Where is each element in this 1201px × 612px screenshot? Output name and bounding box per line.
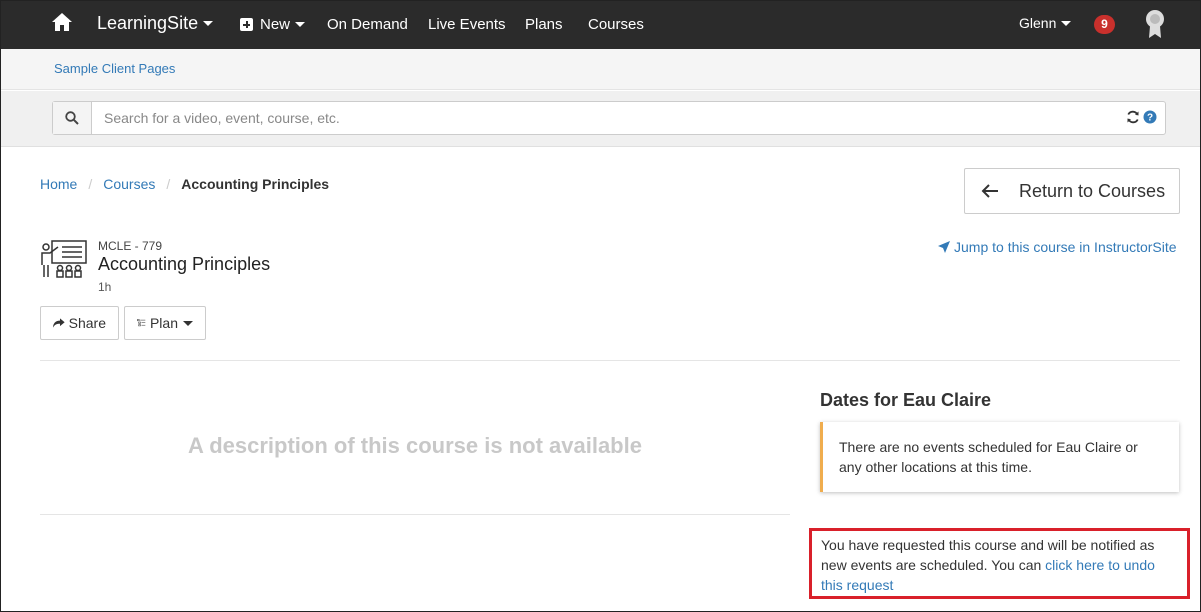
user-menu[interactable]: Glenn — [1019, 15, 1072, 31]
share-label: Share — [68, 315, 106, 331]
refresh-icon[interactable] — [1126, 110, 1140, 127]
plus-square-icon — [240, 18, 253, 31]
brand-menu[interactable]: LearningSite — [97, 13, 214, 34]
dates-heading: Dates for Eau Claire — [820, 390, 992, 410]
chevron-down-icon — [183, 320, 193, 326]
svg-text:?: ? — [1147, 112, 1153, 123]
jump-link-label: Jump to this course in InstructorSite — [954, 239, 1177, 255]
top-navbar: LearningSite New On Demand Live Events P… — [1, 1, 1200, 49]
breadcrumb: Home / Courses / Accounting Principles — [40, 176, 329, 192]
search-group: ? — [52, 101, 1166, 135]
search-tools: ? — [1126, 102, 1165, 134]
sample-client-pages-link[interactable]: Sample Client Pages — [54, 61, 175, 76]
user-name: Glenn — [1019, 15, 1057, 31]
plan-label: Plan — [149, 315, 178, 331]
nav-courses[interactable]: Courses — [588, 16, 644, 33]
home-icon[interactable] — [51, 12, 73, 34]
help-icon[interactable]: ? — [1143, 110, 1157, 127]
course-code: MCLE - 779 — [98, 239, 163, 253]
no-events-alert: There are no events scheduled for Eau Cl… — [820, 422, 1179, 492]
return-to-courses-label: Return to Courses — [1019, 180, 1166, 201]
chevron-down-icon — [295, 22, 306, 27]
brand-label: LearningSite — [97, 13, 199, 33]
sub-navbar: Sample Client Pages — [1, 49, 1200, 90]
course-title: Accounting Principles — [98, 254, 271, 274]
divider — [40, 514, 790, 515]
chevron-down-icon — [203, 21, 214, 26]
course-request-notice: You have requested this course and will … — [809, 528, 1190, 599]
search-icon[interactable] — [53, 102, 92, 134]
breadcrumb-home[interactable]: Home — [40, 176, 77, 192]
share-icon — [53, 318, 65, 328]
search-input[interactable] — [92, 102, 1126, 134]
new-label: New — [260, 16, 291, 33]
location-arrow-icon — [938, 241, 950, 253]
share-button[interactable]: Share — [40, 306, 119, 340]
nav-plans[interactable]: Plans — [525, 16, 563, 33]
jump-to-instructorsite-link[interactable]: Jump to this course in InstructorSite — [938, 239, 1177, 255]
empty-description-message: A description of this course is not avai… — [188, 433, 642, 458]
notification-badge[interactable]: 9 — [1094, 15, 1115, 34]
course-duration: 1h — [98, 280, 112, 294]
nav-live-events[interactable]: Live Events — [428, 16, 506, 33]
plan-button[interactable]: Plan — [124, 306, 206, 340]
award-icon[interactable] — [1144, 9, 1166, 39]
nav-on-demand[interactable]: On Demand — [327, 16, 408, 33]
breadcrumb-current: Accounting Principles — [181, 176, 330, 192]
arrow-left-icon — [981, 184, 999, 198]
chevron-down-icon — [1061, 20, 1072, 26]
new-menu[interactable]: New — [240, 16, 306, 33]
list-tree-icon — [137, 319, 146, 327]
breadcrumb-courses[interactable]: Courses — [103, 176, 155, 192]
search-bar: ? — [1, 91, 1200, 147]
classroom-icon — [40, 239, 88, 279]
return-to-courses-button[interactable]: Return to Courses — [964, 168, 1180, 214]
divider — [40, 360, 1180, 361]
breadcrumb-separator: / — [166, 176, 171, 192]
breadcrumb-separator: / — [88, 176, 93, 192]
